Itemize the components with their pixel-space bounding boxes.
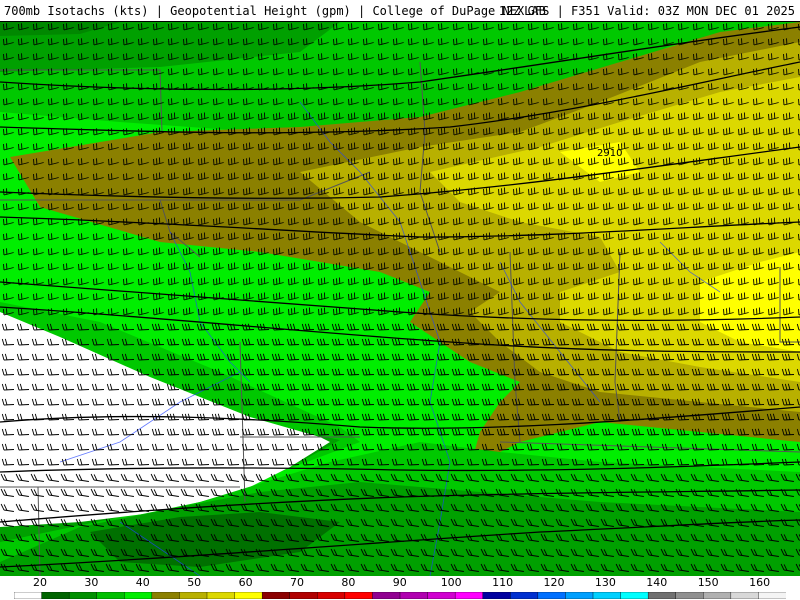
colorbar-swatch [758, 592, 786, 599]
colorbar-swatch [68, 592, 98, 599]
contour-label: 2910 [597, 148, 622, 159]
product-title: 700mb Isotachs (kts) | Geopotential Heig… [4, 4, 546, 18]
colorbar-tick-150: 150 [697, 576, 719, 589]
weather-map: 2910 [0, 22, 800, 576]
isotach-colorbar: 20 30 40 50 60 70 80 90 100 110 120 130 140 150 160 [0, 576, 800, 600]
colorbar-swatch [41, 592, 70, 599]
colorbar-tick-60: 60 [238, 576, 253, 589]
colorbar-swatch [344, 592, 374, 599]
colorbar-swatch [124, 592, 153, 599]
colorbar-tick-30: 30 [84, 576, 99, 589]
colorbar-tick-90: 90 [392, 576, 407, 589]
colorbar-tick-120: 120 [543, 576, 565, 589]
colorbar-swatch [537, 592, 567, 599]
colorbar-swatch [454, 592, 484, 599]
colorbar-swatch [234, 592, 263, 599]
colorbar-tick-100: 100 [440, 576, 462, 589]
colorbar-swatch [289, 592, 318, 599]
colorbar-strip [14, 592, 786, 599]
colorbar-tick-160: 160 [749, 576, 771, 589]
colorbar-tick-40: 40 [135, 576, 150, 589]
colorbar-tick-70: 70 [290, 576, 304, 589]
map-header: 700mb Isotachs (kts) | Geopotential Heig… [0, 0, 800, 22]
colorbar-swatch [261, 592, 291, 599]
colorbar-swatch [565, 592, 594, 599]
colorbar-tick-140: 140 [646, 576, 668, 589]
colorbar-tick-110: 110 [492, 576, 514, 589]
model-valid-time: 12Z GFS | F351 Valid: 03Z MON DEC 01 202… [498, 4, 795, 18]
colorbar-swatch [179, 592, 208, 599]
colorbar-swatch [730, 592, 760, 599]
colorbar-swatch [206, 592, 236, 599]
colorbar-swatch [427, 592, 456, 599]
colorbar-swatch [96, 592, 125, 599]
colorbar-swatch [482, 592, 511, 599]
colorbar-tick-50: 50 [187, 576, 202, 589]
colorbar-swatch [317, 592, 346, 599]
colorbar-swatch [372, 592, 401, 599]
colorbar-swatch [592, 592, 622, 599]
colorbar-swatch [151, 592, 181, 599]
colorbar-tick-130: 130 [594, 576, 616, 589]
colorbar-swatch [14, 592, 43, 599]
colorbar-swatch [675, 592, 704, 599]
colorbar-swatch [510, 592, 539, 599]
colorbar-swatch [703, 592, 732, 599]
colorbar-swatch [399, 592, 429, 599]
colorbar-tick-80: 80 [341, 576, 356, 589]
colorbar-tick-20: 20 [33, 576, 47, 589]
colorbar-swatch [647, 592, 677, 599]
colorbar-swatch [620, 592, 649, 599]
